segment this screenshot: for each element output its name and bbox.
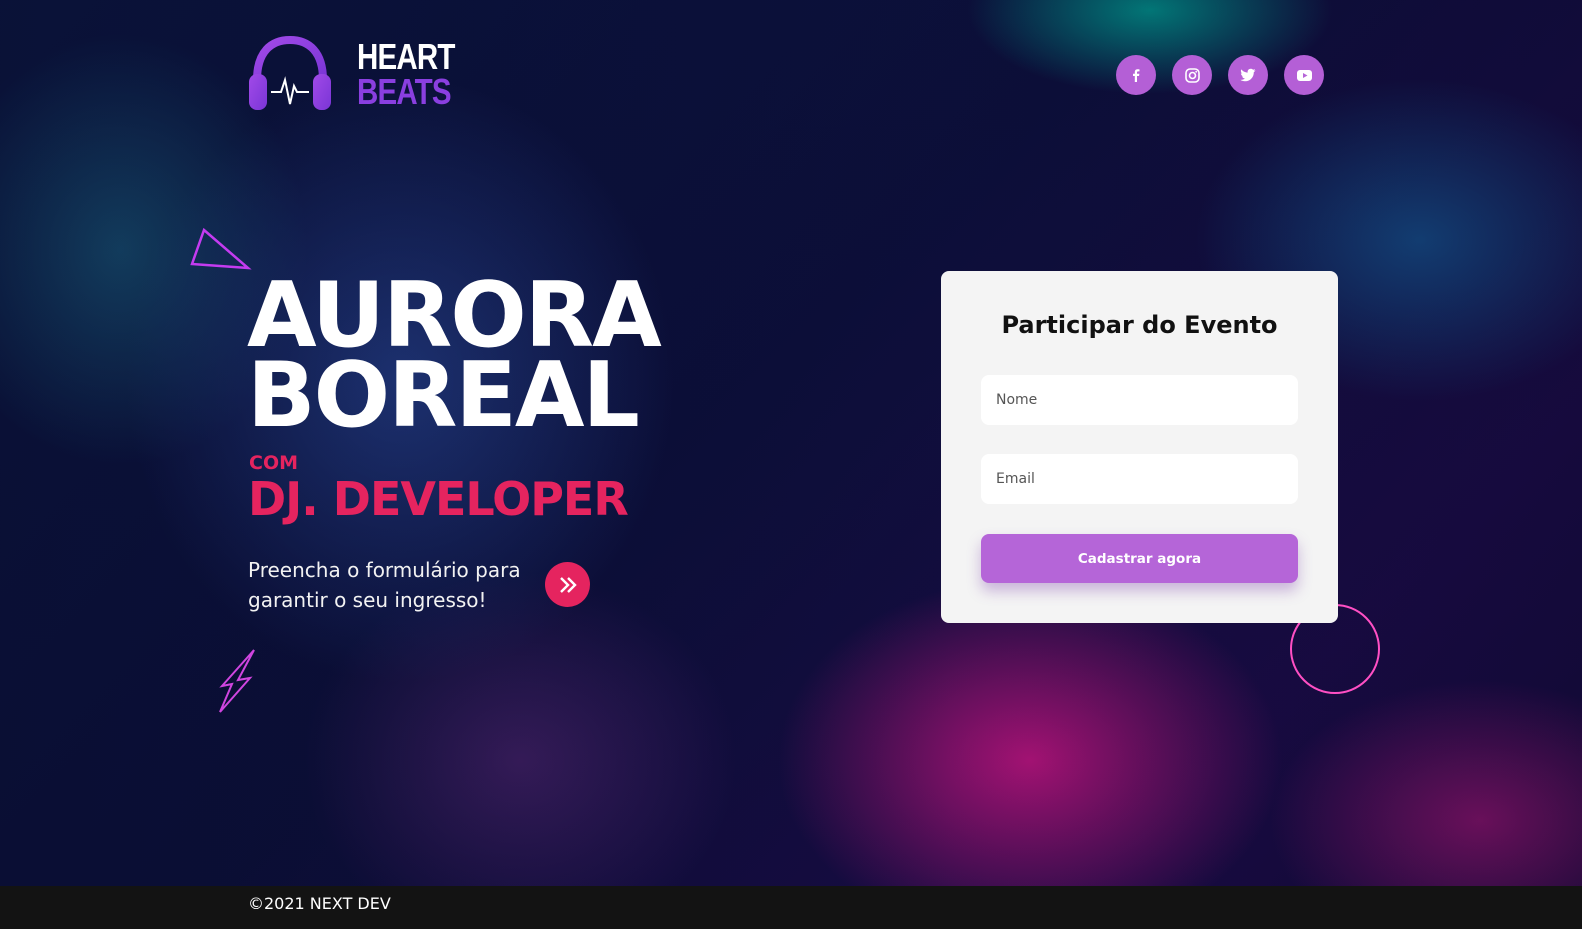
footer: ©2021 NEXT DEV: [0, 886, 1582, 929]
cta-text: Preencha o formulário para garantir o se…: [248, 558, 521, 612]
dj-name: DJ. DEVELOPER: [248, 472, 629, 526]
instagram-button[interactable]: [1172, 55, 1212, 95]
twitter-button[interactable]: [1228, 55, 1268, 95]
instagram-icon: [1184, 67, 1200, 83]
logo[interactable]: HEART BEATS: [247, 36, 476, 112]
twitter-icon: [1240, 68, 1256, 82]
social-links: [1116, 55, 1324, 95]
background-shade: [0, 0, 1582, 894]
neon-lightning-decoration: [219, 649, 255, 713]
double-chevron-right-icon: [559, 576, 577, 593]
facebook-button[interactable]: [1116, 55, 1156, 95]
with-label: COM: [249, 452, 299, 474]
name-input[interactable]: [981, 375, 1298, 425]
register-button[interactable]: Cadastrar agora: [981, 534, 1298, 583]
cta-arrow-button[interactable]: [545, 562, 590, 607]
logo-text-heart: HEART: [357, 35, 455, 77]
logo-text-beats: BEATS: [357, 71, 452, 112]
youtube-button[interactable]: [1284, 55, 1324, 95]
event-title: AURORA BOREAL: [247, 271, 662, 448]
form-title: Participar do Evento: [1001, 311, 1278, 339]
headphones-icon: [249, 36, 331, 110]
copyright-text: ©2021 NEXT DEV: [248, 894, 391, 913]
event-title-line2: BOREAL: [247, 343, 640, 448]
facebook-icon: [1133, 69, 1140, 82]
hero-background: HEART BEATS AURORA BOREAL COM DJ. DEVELO…: [0, 0, 1582, 894]
email-input[interactable]: [981, 454, 1298, 504]
neon-triangle-decoration: [190, 227, 252, 270]
registration-form: Participar do Evento Cadastrar agora: [941, 271, 1338, 623]
youtube-icon: [1296, 69, 1312, 81]
